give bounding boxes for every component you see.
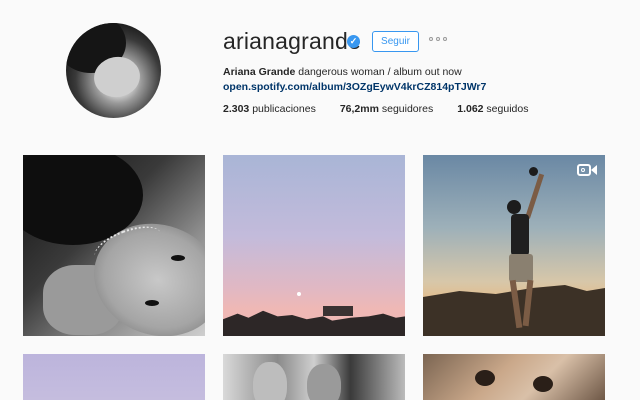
- post-thumbnail[interactable]: [23, 354, 205, 400]
- follow-button[interactable]: Seguir: [372, 31, 419, 52]
- bio-text: dangerous woman / album out now: [295, 66, 462, 78]
- post-thumbnail[interactable]: [423, 354, 605, 400]
- followers-count: 76,2mm: [339, 103, 379, 115]
- posts-label: publicaciones: [249, 103, 316, 115]
- verified-badge-icon: ✓: [347, 35, 360, 48]
- posts-stat: 2.303 publicaciones: [223, 103, 316, 115]
- following-label: seguidos: [483, 103, 529, 115]
- post-photo-eye: [145, 300, 159, 306]
- more-options-icon[interactable]: [429, 37, 447, 41]
- following-stat[interactable]: 1.062 seguidos: [457, 103, 528, 115]
- post-photo-treeline: [223, 310, 405, 336]
- post-thumbnail[interactable]: [23, 155, 205, 336]
- profile-avatar: [66, 23, 161, 118]
- followers-stat[interactable]: 76,2mm seguidores: [340, 103, 433, 115]
- post-thumbnail[interactable]: [223, 354, 405, 400]
- bio-name: Ariana Grande: [223, 66, 296, 78]
- followers-label: seguidores: [378, 103, 434, 115]
- post-thumbnail-video[interactable]: [423, 155, 605, 336]
- bio-link[interactable]: open.spotify.com/album/3OZgEywV4krCZ814p…: [223, 81, 486, 93]
- profile-stats: 2.303 publicaciones 76,2mm seguidores 1.…: [223, 103, 552, 115]
- post-photo-eye: [475, 370, 495, 386]
- posts-count: 2.303: [223, 103, 250, 115]
- post-photo-eye: [533, 376, 553, 392]
- post-thumbnail[interactable]: [223, 155, 405, 336]
- post-photo-eye: [171, 255, 185, 261]
- post-photo-person: [505, 167, 545, 330]
- post-photo-face: [253, 362, 287, 400]
- following-count: 1.062: [457, 103, 484, 115]
- post-photo-house: [323, 306, 353, 316]
- post-photo-moon: [297, 292, 301, 296]
- profile-bio: Ariana Grande dangerous woman / album ou…: [223, 65, 603, 95]
- post-photo-face: [307, 364, 341, 400]
- video-camera-icon: [577, 163, 597, 177]
- profile-username: arianagrande: [223, 28, 361, 54]
